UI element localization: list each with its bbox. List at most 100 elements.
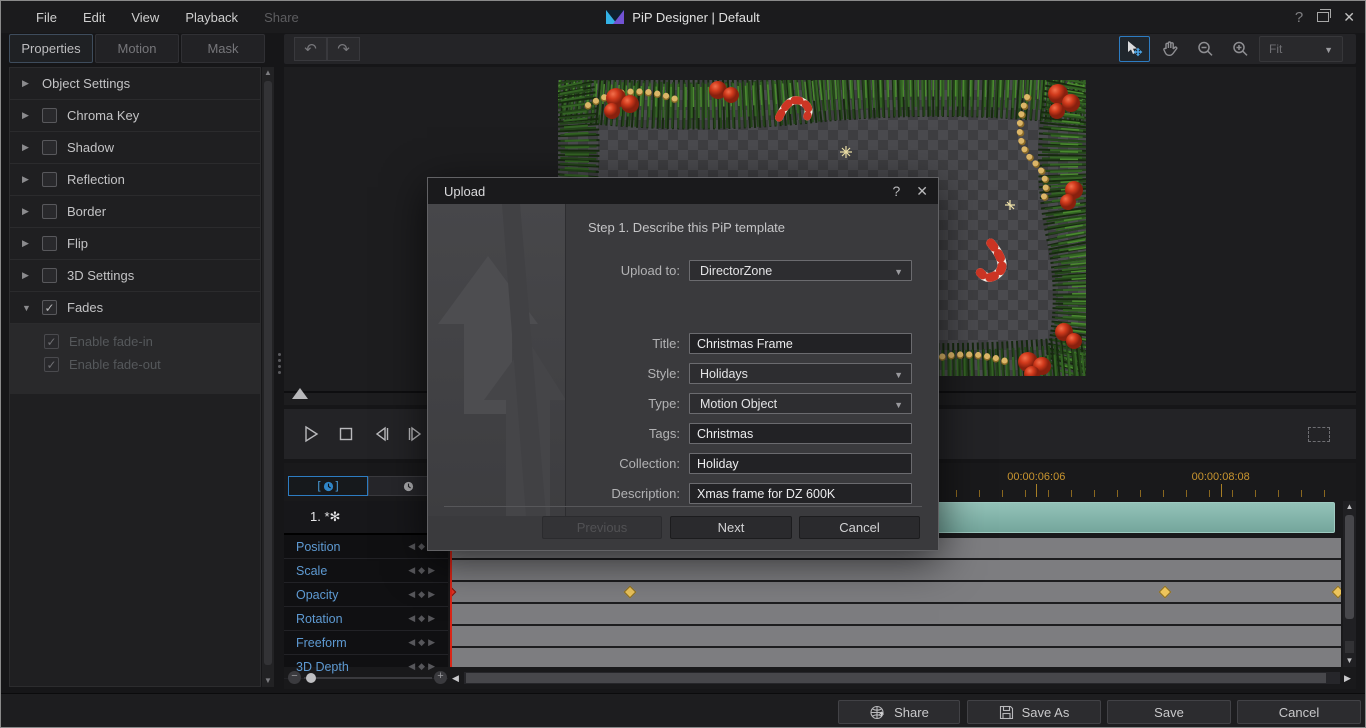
undo-icon[interactable]: ↶ [294,37,327,61]
scroll-up-icon[interactable]: ▲ [262,67,274,79]
help-icon[interactable]: ? [1295,9,1303,26]
save-as-button[interactable]: Save As [967,700,1101,724]
restore-window-icon[interactable] [1317,12,1329,22]
enable-fade-in-option[interactable]: Enable fade-in [44,334,260,349]
zoom-slider-handle[interactable] [306,673,316,683]
expander-icon[interactable] [22,174,32,185]
previous-frame-button[interactable] [364,419,397,449]
track-header-position[interactable]: Position ◀◆▶ [284,535,448,559]
description-input[interactable] [689,483,912,504]
scroll-up-icon[interactable]: ▲ [1343,501,1356,513]
dialog-cancel-button[interactable]: Cancel [799,516,920,539]
expander-icon[interactable] [22,110,32,121]
fade-in-checkbox[interactable] [44,334,59,349]
opacity-keyframe[interactable] [624,586,637,599]
keyframe-mode-tab[interactable]: [ ] [288,476,368,496]
opacity-keyframe[interactable] [1332,586,1341,599]
chroma-key-checkbox[interactable] [42,108,57,123]
timeline-vertical-scrollbar[interactable]: ▲ ▼ [1343,501,1356,667]
sidebar-section-fades[interactable]: Fades [10,292,260,324]
3d-settings-checkbox[interactable] [42,268,57,283]
sidebar-section-border[interactable]: Border [10,196,260,228]
reflection-checkbox[interactable] [42,172,57,187]
track-header-freeform[interactable]: Freeform ◀◆▶ [284,631,448,655]
expander-icon[interactable] [22,270,32,281]
share-button[interactable]: Share [838,700,960,724]
expander-icon[interactable] [22,238,32,249]
track-header-column: 1. *✻ Position ◀◆▶ Scale ◀◆▶ Opacity ◀◆▶… [284,501,448,667]
dialog-close-icon[interactable]: ✕ [916,183,928,200]
tab-mask[interactable]: Mask [181,34,265,63]
timeline-zoom-control[interactable]: − + [288,671,446,685]
sidebar-section-reflection[interactable]: Reflection [10,164,260,196]
track-header-scale[interactable]: Scale ◀◆▶ [284,559,448,583]
track-header-opacity[interactable]: Opacity ◀◆▶ [284,583,448,607]
flip-checkbox[interactable] [42,236,57,251]
track-row-freeform[interactable] [450,626,1341,648]
snapshot-region-icon[interactable] [1308,427,1330,442]
preview-scrub-handle[interactable] [292,388,308,399]
sidebar-section-3d-settings[interactable]: 3D Settings [10,260,260,292]
scroll-left-icon[interactable]: ◀ [452,673,459,684]
zoom-in-icon[interactable] [1224,36,1255,62]
type-dropdown[interactable]: Motion Object [689,393,912,414]
track-row-3d-depth[interactable] [450,648,1341,667]
opacity-keyframe[interactable] [1159,586,1172,599]
expander-icon[interactable] [22,303,32,313]
zoom-in-plus-icon[interactable]: + [434,671,447,684]
expander-icon[interactable] [22,206,32,217]
close-window-icon[interactable]: ✕ [1343,9,1355,26]
style-dropdown[interactable]: Holidays [689,363,912,384]
tags-input[interactable] [689,423,912,444]
zoom-out-icon[interactable] [1189,36,1220,62]
keyframe-nav-icons[interactable]: ◀◆▶ [408,637,438,648]
stop-button[interactable] [329,419,362,449]
field-description: Description: [566,483,938,504]
scroll-down-icon[interactable]: ▼ [262,675,274,687]
keyframe-nav-icons[interactable]: ◀◆▶ [408,613,438,624]
sidebar-section-object-settings[interactable]: Object Settings [10,68,260,100]
track-row-scale[interactable] [450,560,1341,582]
scroll-down-icon[interactable]: ▼ [1343,655,1356,667]
cancel-button[interactable]: Cancel [1237,700,1361,724]
fades-checkbox[interactable] [42,300,57,315]
sidebar-section-chroma-key[interactable]: Chroma Key [10,100,260,132]
expander-icon[interactable] [22,142,32,153]
track-row-opacity[interactable] [450,582,1341,604]
tab-motion[interactable]: Motion [95,34,179,63]
sidebar-section-shadow[interactable]: Shadow [10,132,260,164]
timeline-horizontal-scrollbar[interactable] [464,672,1340,684]
keyframe-nav-icons[interactable]: ◀◆▶ [408,589,438,600]
dialog-titlebar[interactable]: Upload ? ✕ [428,178,938,204]
enable-fade-out-option[interactable]: Enable fade-out [44,357,260,372]
fade-out-checkbox[interactable] [44,357,59,372]
select-move-tool-icon[interactable] [1119,36,1150,62]
track-row-rotation[interactable] [450,604,1341,626]
viewer-toolbar: ↶ ↷ [284,34,1356,64]
sidebar-section-flip[interactable]: Flip [10,228,260,260]
next-button[interactable]: Next [670,516,792,539]
dialog-help-icon[interactable]: ? [892,183,900,199]
collection-input[interactable] [689,453,912,474]
panel-splitter-handle[interactable] [277,353,281,379]
save-button[interactable]: Save [1107,700,1231,724]
hand-tool-icon[interactable] [1154,36,1185,62]
expander-icon[interactable] [22,78,32,89]
clip-track-header[interactable]: 1. *✻ [284,501,448,535]
scrollbar-thumb[interactable] [466,673,1326,683]
keyframe-nav-icons[interactable]: ◀◆▶ [408,565,438,576]
upload-to-dropdown[interactable]: DirectorZone [689,260,912,281]
sidebar-scrollbar[interactable]: ▲ ▼ [262,67,274,687]
scrollbar-thumb[interactable] [264,81,272,665]
scroll-right-icon[interactable]: ▶ [1344,673,1351,684]
redo-icon[interactable]: ↷ [327,37,360,61]
tab-properties[interactable]: Properties [9,34,93,63]
zoom-out-minus-icon[interactable]: − [288,671,301,684]
shadow-checkbox[interactable] [42,140,57,155]
track-header-rotation[interactable]: Rotation ◀◆▶ [284,607,448,631]
play-button[interactable] [294,419,327,449]
scrollbar-thumb[interactable] [1345,515,1354,619]
border-checkbox[interactable] [42,204,57,219]
title-input[interactable] [689,333,912,354]
zoom-level-dropdown[interactable]: Fit [1259,36,1343,62]
